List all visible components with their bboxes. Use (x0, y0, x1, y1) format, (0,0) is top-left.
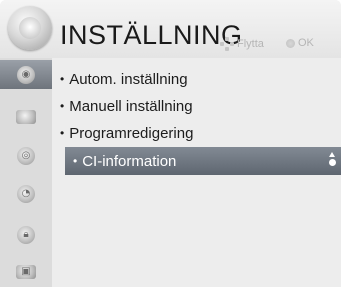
ok-hint-label: OK (298, 37, 314, 49)
clock-icon: ◔ (17, 184, 35, 203)
sidebar-item-options[interactable]: ▣ (0, 257, 52, 286)
settings-screen: INSTÄLLNING Flytta OK ◉ ◎ ◔ 🔒︎ ▣ • Autom… (0, 0, 341, 287)
menu-item-label: CI-information (82, 152, 177, 170)
sidebar-item-audio[interactable]: ◎ (0, 141, 52, 170)
menu-item-label: Programredigering (69, 124, 194, 142)
bullet: • (73, 154, 78, 168)
disc-icon: ◉ (17, 65, 35, 84)
menu-panel: • Autom. inställning • Manuell inställni… (52, 58, 341, 287)
bullet: • (60, 99, 65, 113)
menu-item-ci-information[interactable]: • CI-information (65, 147, 341, 175)
bullet: • (60, 126, 65, 140)
settings-dial-icon (8, 6, 52, 50)
speaker-icon: ◎ (17, 146, 35, 165)
move-hint-label: Flytta (237, 38, 264, 50)
menu-item-program-edit[interactable]: • Programredigering (60, 119, 341, 147)
display-icon (16, 109, 36, 124)
sidebar-item-channel[interactable]: ◉ (0, 60, 52, 89)
menu-item-manual-tuning[interactable]: • Manuell inställning (60, 92, 341, 120)
lock-icon: 🔒︎ (17, 225, 35, 244)
sidebar-item-picture[interactable] (0, 102, 52, 131)
category-sidebar: ◉ ◎ ◔ 🔒︎ ▣ (0, 58, 52, 287)
sidebar-item-time[interactable]: ◔ (0, 179, 52, 208)
ok-button-icon (286, 38, 295, 48)
menu-item-auto-tuning[interactable]: • Autom. inställning (60, 65, 341, 93)
selection-scroll-icon (328, 152, 336, 170)
ok-hint: OK (286, 37, 314, 49)
header-bar: INSTÄLLNING Flytta OK (0, 0, 341, 58)
bullet: • (60, 72, 65, 86)
options-icon: ▣ (16, 264, 36, 279)
page-title: INSTÄLLNING (60, 20, 243, 50)
sidebar-item-lock[interactable]: 🔒︎ (0, 220, 52, 249)
menu-item-label: Manuell inställning (69, 97, 193, 115)
menu-item-label: Autom. inställning (69, 70, 188, 88)
move-arrows-icon (220, 37, 234, 51)
move-hint: Flytta (220, 37, 264, 51)
